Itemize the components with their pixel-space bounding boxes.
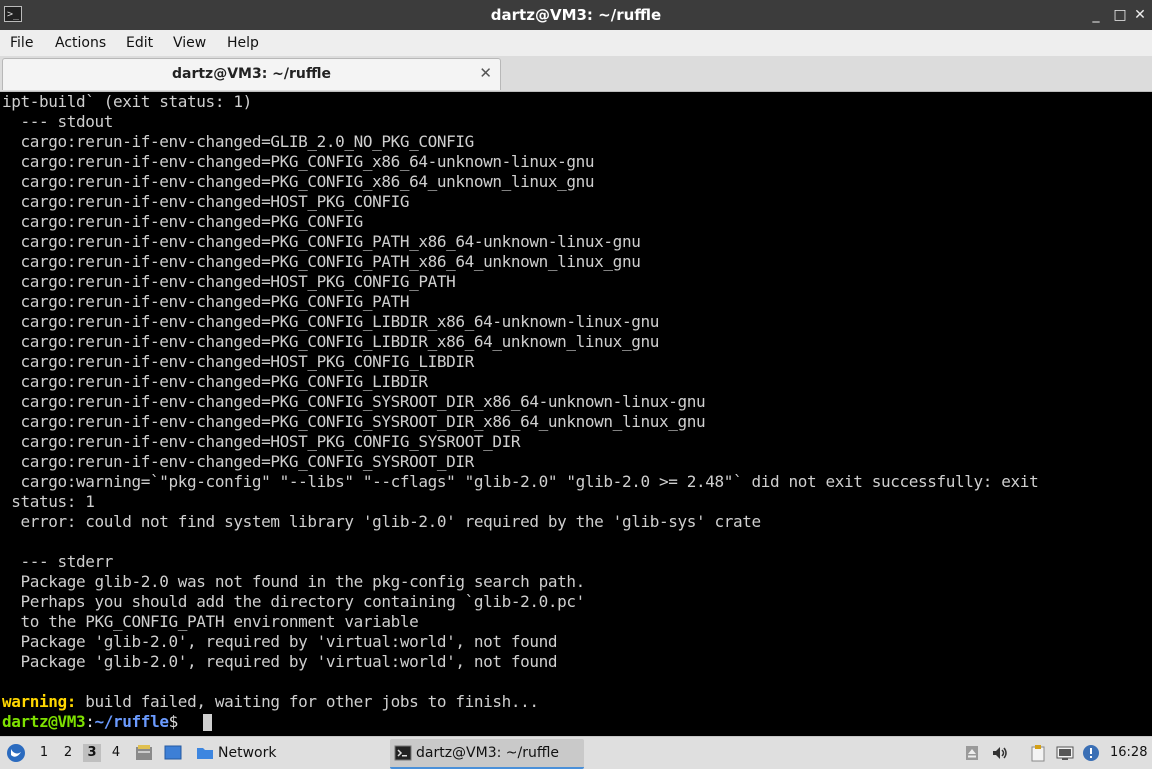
- terminal-line: --- stdout: [2, 112, 114, 131]
- terminal-line: status: 1: [2, 492, 95, 511]
- volume-icon[interactable]: [991, 744, 1009, 762]
- eject-icon[interactable]: [963, 744, 981, 762]
- terminal-line: --- stderr: [2, 552, 114, 571]
- terminal-line: cargo:rerun-if-env-changed=PKG_CONFIG_LI…: [2, 332, 660, 351]
- terminal-line: to the PKG_CONFIG_PATH environment varia…: [2, 612, 419, 631]
- prompt-path: ~/ruffle: [94, 712, 169, 731]
- show-desktop-icon[interactable]: [164, 744, 182, 762]
- terminal-line: Package glib-2.0 was not found in the pk…: [2, 572, 586, 591]
- close-button[interactable]: ✕: [1130, 5, 1150, 25]
- clipboard-icon[interactable]: [1029, 744, 1047, 762]
- task-network-label: Network: [218, 745, 277, 761]
- terminal-line: cargo:rerun-if-env-changed=PKG_CONFIG_SY…: [2, 392, 706, 411]
- window-titlebar: >_ dartz@VM3: ~/ruffle _ □ ✕: [0, 0, 1152, 30]
- terminal-line: cargo:rerun-if-env-changed=PKG_CONFIG_x8…: [2, 152, 595, 171]
- workspace-4[interactable]: 4: [107, 744, 125, 762]
- terminal-tab[interactable]: dartz@VM3: ~/ruffle ✕: [2, 58, 501, 90]
- maximize-button[interactable]: □: [1110, 5, 1130, 25]
- prompt-symbol: $: [168, 712, 179, 731]
- terminal-line: cargo:rerun-if-env-changed=HOST_PKG_CONF…: [2, 272, 456, 291]
- prompt-user: dartz@VM3: [2, 712, 86, 731]
- terminal-icon: [394, 744, 412, 762]
- warning-line: warning: build failed, waiting for other…: [2, 692, 539, 712]
- terminal-line: Package 'glib-2.0', required by 'virtual…: [2, 652, 558, 671]
- workspace-3[interactable]: 3: [83, 744, 101, 762]
- menu-file[interactable]: File: [10, 34, 33, 52]
- network-status-icon[interactable]: [1056, 744, 1074, 762]
- terminal-line: cargo:rerun-if-env-changed=PKG_CONFIG_PA…: [2, 252, 641, 271]
- warning-label: warning:: [2, 692, 77, 711]
- prompt-separator: :: [85, 712, 95, 731]
- workspace-1[interactable]: 1: [35, 744, 53, 762]
- terminal-line: cargo:rerun-if-env-changed=HOST_PKG_CONF…: [2, 432, 521, 451]
- terminal-line: cargo:rerun-if-env-changed=PKG_CONFIG: [2, 212, 364, 231]
- terminal-line: cargo:warning=`"pkg-config" "--libs" "--…: [2, 472, 1039, 491]
- terminal-line: cargo:rerun-if-env-changed=HOST_PKG_CONF…: [2, 192, 410, 211]
- window-title: dartz@VM3: ~/ruffle: [490, 6, 662, 24]
- file-manager-icon[interactable]: [135, 744, 153, 762]
- terminal-line: cargo:rerun-if-env-changed=HOST_PKG_CONF…: [2, 352, 475, 371]
- menu-actions[interactable]: Actions: [55, 34, 106, 52]
- notification-icon[interactable]: [1082, 744, 1100, 762]
- menu-help[interactable]: Help: [227, 34, 259, 52]
- terminal-line: cargo:rerun-if-env-changed=PKG_CONFIG_PA…: [2, 232, 641, 251]
- terminal-line: ipt-build` (exit status: 1): [2, 92, 252, 111]
- tab-label: dartz@VM3: ~/ruffle: [171, 66, 332, 82]
- terminal-line: cargo:rerun-if-env-changed=PKG_CONFIG_SY…: [2, 452, 475, 471]
- start-menu-icon[interactable]: [6, 743, 26, 763]
- terminal-line: cargo:rerun-if-env-changed=PKG_CONFIG_x8…: [2, 172, 595, 191]
- prompt-line[interactable]: dartz@VM3:~/ruffle$: [2, 712, 178, 732]
- terminal-output[interactable]: ipt-build` (exit status: 1) --- stdout c…: [0, 92, 1152, 736]
- terminal-line: cargo:rerun-if-env-changed=PKG_CONFIG_PA…: [2, 292, 410, 311]
- terminal-line: Package 'glib-2.0', required by 'virtual…: [2, 632, 558, 651]
- warning-text: build failed, waiting for other jobs to …: [76, 692, 539, 711]
- terminal-line: Perhaps you should add the directory con…: [2, 592, 586, 611]
- terminal-line: error: could not find system library 'gl…: [2, 512, 762, 531]
- menu-view[interactable]: View: [173, 34, 206, 52]
- clock[interactable]: 16:28: [1110, 737, 1147, 769]
- tab-bar: dartz@VM3: ~/ruffle ✕: [0, 56, 1152, 92]
- terminal-line: cargo:rerun-if-env-changed=PKG_CONFIG_LI…: [2, 372, 429, 391]
- minimize-button[interactable]: _: [1086, 5, 1106, 25]
- terminal-line: cargo:rerun-if-env-changed=PKG_CONFIG_LI…: [2, 312, 660, 331]
- taskbar: 1 2 3 4 Network dartz@VM3: ~/ruffle 16:2…: [0, 736, 1152, 769]
- folder-icon: [196, 744, 214, 762]
- terminal-line: cargo:rerun-if-env-changed=PKG_CONFIG_SY…: [2, 412, 706, 431]
- tab-close-icon[interactable]: ✕: [479, 64, 492, 82]
- workspace-2[interactable]: 2: [59, 744, 77, 762]
- menu-bar: File Actions Edit View Help: [0, 30, 1152, 56]
- task-terminal-label: dartz@VM3: ~/ruffle: [416, 745, 560, 761]
- task-network[interactable]: Network: [192, 739, 382, 767]
- task-terminal[interactable]: dartz@VM3: ~/ruffle: [390, 739, 584, 769]
- menu-edit[interactable]: Edit: [126, 34, 153, 52]
- terminal-line: cargo:rerun-if-env-changed=GLIB_2.0_NO_P…: [2, 132, 475, 151]
- terminal-cursor: [203, 714, 212, 731]
